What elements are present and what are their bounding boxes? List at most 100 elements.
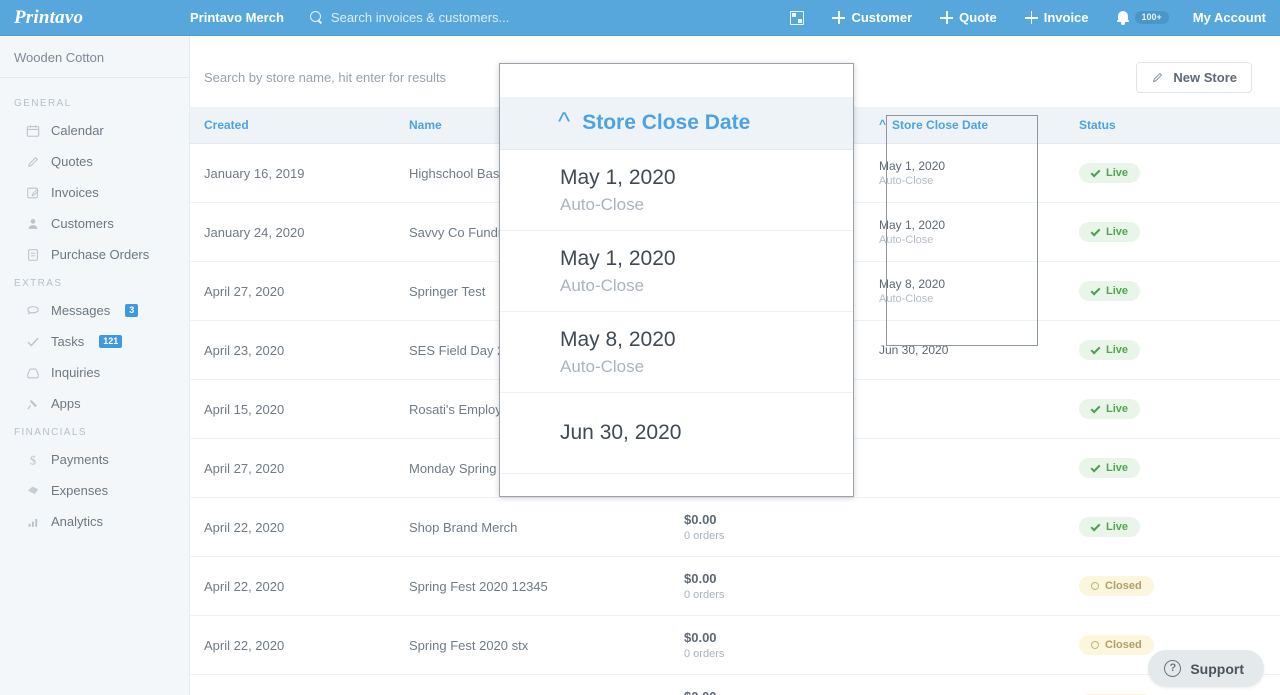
zoom-row: May 8, 2020 Auto-Close xyxy=(500,312,853,393)
sales-amount: $0.00 xyxy=(684,571,717,586)
cell-created: April 23, 2020 xyxy=(190,320,395,380)
status-badge: Live xyxy=(1079,458,1141,479)
sidebar-item-calendar[interactable]: Calendar xyxy=(0,115,189,146)
cell-created: April 23, 2020 xyxy=(190,674,395,695)
sales-amount: $0.00 xyxy=(684,630,717,645)
plus-icon xyxy=(1024,11,1038,24)
organization-name[interactable]: Printavo Merch xyxy=(190,10,284,25)
table-row[interactable]: April 23, 2020Store name is nickname $0.0… xyxy=(190,674,1280,695)
sidebar-item-quotes[interactable]: Quotes xyxy=(0,146,189,177)
cell-name[interactable]: Store name is nickname xyxy=(395,674,670,695)
cell-name[interactable]: Shop Brand Merch xyxy=(395,497,670,557)
cell-sales: $0.00 0 orders xyxy=(670,615,865,675)
sidebar-section-extras: EXTRAS xyxy=(14,278,63,289)
store-close-date-zoom-overlay: ^ Store Close Date May 1, 2020 Auto-Close… xyxy=(499,63,854,497)
grid-icon xyxy=(790,10,805,25)
pencil-icon xyxy=(28,156,38,167)
bar-chart-icon xyxy=(28,518,38,527)
cell-store-close-date: May 1, 2020 Auto-Close xyxy=(865,143,1065,203)
chevron-up-icon: ^ xyxy=(879,117,887,131)
dollar-icon: $ xyxy=(30,453,36,467)
status-label: Live xyxy=(1106,285,1129,298)
sidebar-section-financials: FINANCIALS xyxy=(14,427,87,438)
pencil-icon xyxy=(1153,72,1163,83)
zoom-column-header-label: Store Close Date xyxy=(582,111,751,134)
cell-name[interactable]: Spring Fest 2020 12345 xyxy=(395,556,670,616)
global-search[interactable] xyxy=(309,10,777,25)
status-label: Closed xyxy=(1105,580,1142,592)
notification-count-badge: 100+ xyxy=(1134,11,1169,24)
bell-icon xyxy=(1116,11,1129,25)
table-row[interactable]: April 22, 2020 Spring Fest 2020 stx $0.00 0… xyxy=(190,615,1280,675)
cell-status: Live xyxy=(1065,261,1280,321)
apps-grid-button[interactable] xyxy=(776,10,818,25)
close-date-value: Jun 30, 2020 xyxy=(879,343,949,357)
document-icon xyxy=(28,248,38,261)
circle-icon xyxy=(1091,582,1099,590)
cell-created: April 22, 2020 xyxy=(190,556,395,616)
table-row[interactable]: April 22, 2020 Shop Brand Merch $0.00 0 ord… xyxy=(190,497,1280,557)
sidebar-item-inquiries[interactable]: Inquiries xyxy=(0,357,189,388)
order-count: 0 orders xyxy=(684,530,725,542)
close-date-subtext: Auto-Close xyxy=(879,175,934,187)
plus-icon xyxy=(940,11,954,24)
cell-store-close-date: May 8, 2020 Auto-Close xyxy=(865,261,1065,321)
cell-created: January 16, 2019 xyxy=(190,143,395,203)
search-icon xyxy=(309,11,323,24)
column-header-store-close-date[interactable]: ^ Store Close Date xyxy=(865,107,1065,144)
tasks-badge: 121 xyxy=(99,335,123,348)
sidebar-item-invoices[interactable]: Invoices xyxy=(0,177,189,208)
cell-status: Live xyxy=(1065,497,1280,557)
sidebar-item-label: Expenses xyxy=(51,483,109,498)
sidebar-item-tasks[interactable]: Tasks 121 xyxy=(0,326,189,357)
new-store-button[interactable]: New Store xyxy=(1136,62,1252,93)
question-circle-icon: ? xyxy=(1164,660,1182,677)
status-badge: Live xyxy=(1079,163,1141,184)
notifications-button[interactable]: 100+ xyxy=(1103,11,1175,25)
zoom-close-date: May 1, 2020 xyxy=(560,166,676,189)
cell-created: April 22, 2020 xyxy=(190,615,395,675)
cell-status: Live xyxy=(1065,143,1280,203)
cell-name[interactable]: Spring Fest 2020 stx xyxy=(395,615,670,675)
sidebar-item-label: Customers xyxy=(51,216,114,231)
column-header-status[interactable]: Status xyxy=(1065,107,1280,144)
zoom-column-header[interactable]: ^ Store Close Date xyxy=(500,97,853,150)
order-count: 0 orders xyxy=(684,648,725,660)
table-row[interactable]: April 22, 2020 Spring Fest 2020 12345 $0.0… xyxy=(190,556,1280,616)
add-invoice-button[interactable]: Invoice xyxy=(1011,10,1103,25)
sales-amount: $0.00 xyxy=(684,689,865,695)
sidebar-item-messages[interactable]: Messages 3 xyxy=(0,295,189,326)
zoom-row: Jun 30, 2020 xyxy=(500,393,853,474)
column-header-created-label: Created xyxy=(204,118,249,132)
support-widget[interactable]: ? Support xyxy=(1148,650,1264,687)
zoom-row: May 1, 2020 Auto-Close xyxy=(500,150,853,231)
sidebar-item-purchase-orders[interactable]: Purchase Orders xyxy=(0,239,189,270)
check-icon xyxy=(1090,344,1101,355)
app-root: Printavo Printavo Merch Customer Quote I… xyxy=(0,0,1280,695)
global-search-input[interactable] xyxy=(330,10,661,25)
sidebar-item-customers[interactable]: Customers xyxy=(0,208,189,239)
sidebar-item-expenses[interactable]: Expenses xyxy=(0,475,189,506)
column-header-created[interactable]: Created xyxy=(190,107,395,144)
status-label: Live xyxy=(1106,167,1129,180)
user-icon xyxy=(28,218,38,229)
top-nav-actions: Customer Quote Invoice 100+ My Account xyxy=(776,10,1280,25)
top-navigation-bar: Printavo Printavo Merch Customer Quote I… xyxy=(0,0,1280,36)
status-label: Live xyxy=(1106,462,1129,475)
printavo-logo[interactable]: Printavo xyxy=(0,7,190,29)
status-label: Closed xyxy=(1105,639,1142,651)
add-quote-button[interactable]: Quote xyxy=(926,10,1011,25)
sidebar-item-apps[interactable]: Apps xyxy=(0,388,189,419)
cell-created: April 15, 2020 xyxy=(190,379,395,439)
sidebar-item-payments[interactable]: $ Payments xyxy=(0,444,189,475)
cell-store-close-date xyxy=(865,438,1065,498)
sidebar-item-analytics[interactable]: Analytics xyxy=(0,506,189,537)
status-badge: Closed xyxy=(1079,576,1154,596)
sidebar-item-label: Tasks xyxy=(51,334,85,349)
sidebar-store-name: Wooden Cotton xyxy=(0,50,189,78)
my-account-menu[interactable]: My Account xyxy=(1175,10,1266,25)
close-date-value: May 1, 2020 xyxy=(879,159,946,173)
zoom-close-date: Jun 30, 2020 xyxy=(560,421,682,444)
add-customer-button[interactable]: Customer xyxy=(818,10,926,25)
status-label: Live xyxy=(1106,521,1129,534)
